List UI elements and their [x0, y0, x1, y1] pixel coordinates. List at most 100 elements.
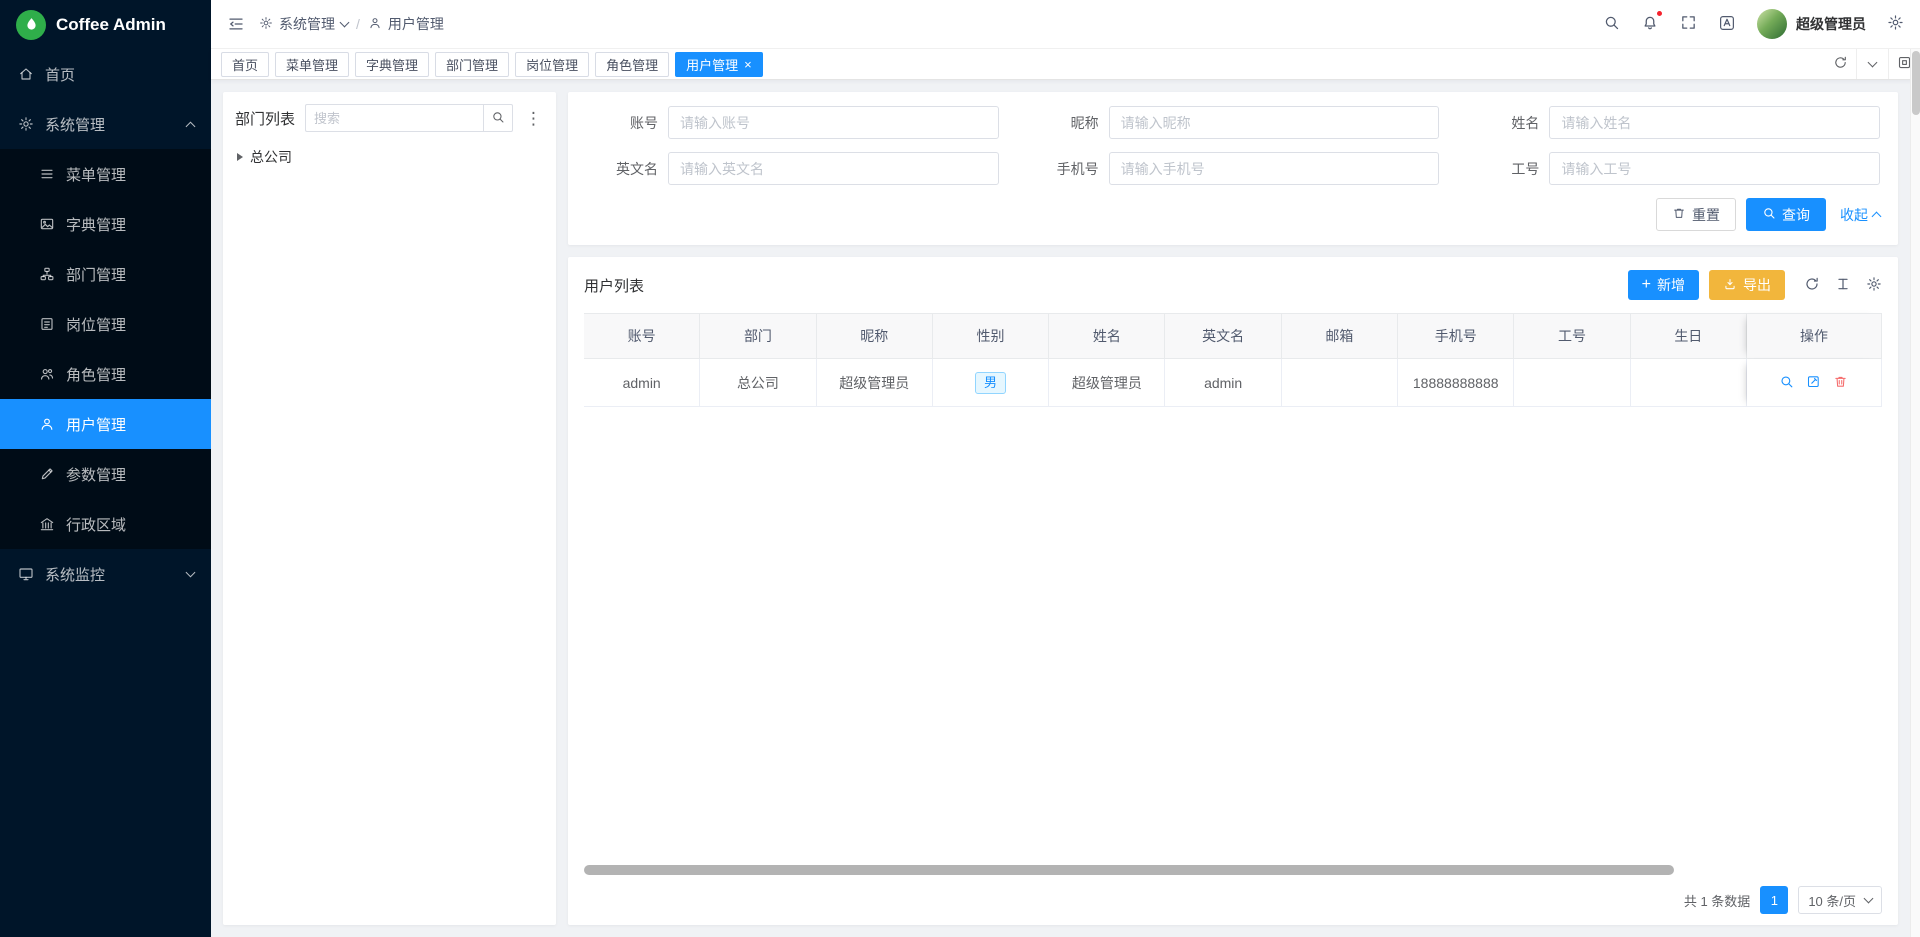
sidebar-group-monitor[interactable]: 系统监控	[0, 549, 211, 599]
account-input[interactable]	[668, 106, 999, 139]
sidebar-group-system[interactable]: 系统管理	[0, 99, 211, 149]
filter-field-job-no: 工号	[1467, 152, 1880, 185]
sidebar-item-role-management[interactable]: 角色管理	[0, 349, 211, 399]
view-button[interactable]	[1779, 374, 1794, 392]
breadcrumb-separator: /	[356, 16, 360, 32]
chevron-down-icon	[340, 18, 350, 28]
add-user-button[interactable]: + 新增	[1628, 270, 1699, 300]
column-header: 昵称	[817, 313, 933, 359]
notifications-button[interactable]	[1641, 14, 1659, 35]
header-search-button[interactable]	[1603, 14, 1620, 34]
tab-dictionary-management[interactable]: 字典管理	[355, 52, 429, 77]
user-list-card: 用户列表 + 新增 导出	[568, 257, 1898, 925]
window-scrollbar[interactable]	[1910, 49, 1920, 937]
table-refresh-button[interactable]	[1804, 276, 1820, 295]
tree-node-root[interactable]: 总公司	[235, 142, 544, 172]
collapse-sidebar-button[interactable]	[227, 15, 245, 33]
page-size-select[interactable]: 10 条/页	[1798, 886, 1882, 914]
tab-dropdown-button[interactable]	[1856, 49, 1888, 79]
user-avatar[interactable]	[1757, 9, 1787, 39]
department-panel: 部门列表 ⋮ 总公司	[223, 92, 556, 925]
topbar: 系统管理 / 用户管理	[211, 0, 1920, 49]
name-input[interactable]	[1549, 106, 1880, 139]
sidebar: Coffee Admin 首页 系统管理 菜单管理 字典管理	[0, 0, 211, 937]
sidebar-item-department-management[interactable]: 部门管理	[0, 249, 211, 299]
table-header-row: 账号 部门 昵称 性别 姓名 英文名 邮箱 手机号 工号 生日 操作	[584, 313, 1882, 359]
gear-icon	[1887, 14, 1904, 34]
edit-button[interactable]	[1806, 374, 1821, 392]
cell-actions	[1747, 359, 1882, 407]
table-row: admin 总公司 超级管理员 男 超级管理员 admin 1888888888…	[584, 359, 1882, 407]
page-number-1[interactable]: 1	[1760, 886, 1788, 914]
tab-menu-management[interactable]: 菜单管理	[275, 52, 349, 77]
tabbar: 首页 菜单管理 字典管理 部门管理 岗位管理 角色管理 用户管理 ×	[211, 49, 1920, 80]
tab-home[interactable]: 首页	[221, 52, 269, 77]
column-settings-button[interactable]	[1835, 276, 1851, 295]
tab-department-management[interactable]: 部门管理	[435, 52, 509, 77]
department-search-input[interactable]	[305, 104, 483, 132]
column-header: 邮箱	[1282, 313, 1398, 359]
refresh-icon	[1833, 55, 1848, 73]
sidebar-item-menu-management[interactable]: 菜单管理	[0, 149, 211, 199]
download-icon	[1723, 277, 1737, 294]
phone-input[interactable]	[1109, 152, 1440, 185]
tab-refresh-button[interactable]	[1824, 49, 1856, 79]
delete-button[interactable]	[1833, 374, 1848, 392]
table-toolbar-icons	[1804, 276, 1882, 295]
query-button[interactable]: 查询	[1746, 198, 1826, 231]
cell-birthday	[1631, 359, 1747, 407]
plus-icon: +	[1642, 277, 1651, 293]
list-icon	[38, 166, 55, 182]
row-action-icons	[1779, 374, 1848, 392]
user-list-header: 用户列表 + 新增 导出	[584, 257, 1882, 313]
job-no-input[interactable]	[1549, 152, 1880, 185]
language-button[interactable]	[1718, 14, 1736, 35]
tree-caret-icon[interactable]	[237, 153, 243, 161]
tab-user-management[interactable]: 用户管理 ×	[675, 52, 763, 77]
notification-badge	[1656, 10, 1663, 17]
column-header: 生日	[1631, 313, 1747, 359]
horizontal-scrollbar[interactable]	[584, 865, 1882, 875]
department-search-button[interactable]	[483, 104, 513, 132]
sidebar-item-home[interactable]: 首页	[0, 49, 211, 99]
english-name-input[interactable]	[668, 152, 999, 185]
chevron-down-icon	[1864, 894, 1874, 904]
settings-button[interactable]	[1887, 14, 1904, 34]
sidebar-item-label: 角色管理	[66, 364, 126, 385]
sidebar-group-label: 系统监控	[45, 564, 105, 585]
filter-field-account: 账号	[586, 106, 999, 139]
sidebar-item-post-management[interactable]: 岗位管理	[0, 299, 211, 349]
field-label: 姓名	[1467, 113, 1539, 133]
username[interactable]: 超级管理员	[1796, 14, 1866, 34]
more-options-button[interactable]: ⋮	[523, 110, 544, 127]
sidebar-item-parameter-management[interactable]: 参数管理	[0, 449, 211, 499]
column-settings-icon	[1835, 276, 1851, 295]
fullscreen-button[interactable]	[1680, 14, 1697, 34]
export-button[interactable]: 导出	[1709, 270, 1785, 300]
table-settings-button[interactable]	[1866, 276, 1882, 295]
cell-name: 超级管理员	[1049, 359, 1165, 407]
content-area: 部门列表 ⋮ 总公司	[211, 80, 1920, 937]
search-icon	[491, 110, 505, 127]
sidebar-item-user-management[interactable]: 用户管理	[0, 399, 211, 449]
horizontal-scrollbar-thumb[interactable]	[584, 865, 1674, 875]
user-list-tools: + 新增 导出	[1628, 270, 1882, 300]
collapse-filter-button[interactable]: 收起	[1840, 205, 1880, 225]
field-label: 英文名	[586, 159, 658, 179]
close-icon[interactable]: ×	[744, 58, 752, 71]
tree-node-label: 总公司	[250, 147, 292, 167]
window-scrollbar-thumb[interactable]	[1912, 51, 1920, 115]
sidebar-item-dictionary-management[interactable]: 字典管理	[0, 199, 211, 249]
breadcrumb-item-page[interactable]: 用户管理	[368, 14, 444, 34]
sidebar-item-label: 字典管理	[66, 214, 126, 235]
nickname-input[interactable]	[1109, 106, 1440, 139]
refresh-icon	[1804, 276, 1820, 295]
tab-role-management[interactable]: 角色管理	[595, 52, 669, 77]
breadcrumb-item-system[interactable]: 系统管理	[259, 14, 348, 34]
export-label: 导出	[1743, 275, 1771, 295]
sidebar-menu: 首页 系统管理 菜单管理 字典管理 部门管理	[0, 49, 211, 937]
tab-post-management[interactable]: 岗位管理	[515, 52, 589, 77]
page-size-value: 10 条/页	[1808, 891, 1856, 910]
reset-button[interactable]: 重置	[1656, 198, 1736, 231]
sidebar-item-admin-region[interactable]: 行政区域	[0, 499, 211, 549]
